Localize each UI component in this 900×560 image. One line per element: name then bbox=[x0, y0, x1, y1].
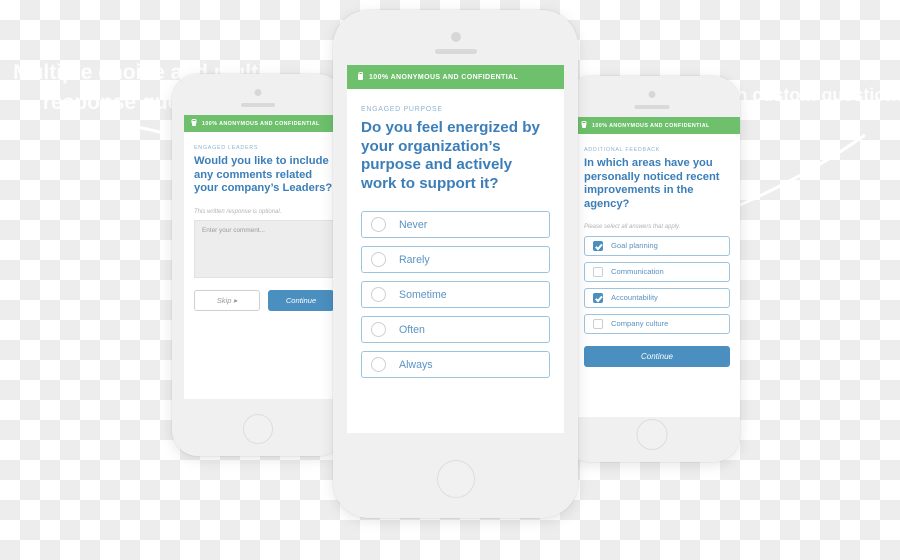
radio-empty-icon[interactable] bbox=[371, 357, 386, 373]
lock-icon bbox=[582, 123, 586, 128]
radio-empty-icon[interactable] bbox=[371, 252, 386, 268]
radio-option-list: Never Rarely Sometime Often Always bbox=[361, 211, 550, 379]
continue-button-left[interactable]: Continue bbox=[268, 289, 334, 311]
privacy-banner-center: 100% ANONYMOUS AND CONFIDENTIAL bbox=[347, 65, 564, 89]
checkbox-option[interactable]: Communication bbox=[584, 261, 730, 282]
continue-button-right[interactable]: Continue bbox=[584, 345, 730, 367]
checkbox-checked-icon[interactable] bbox=[593, 292, 603, 303]
radio-option[interactable]: Sometime bbox=[361, 281, 550, 309]
speaker-grille bbox=[634, 105, 670, 109]
privacy-banner-right: 100% ANONYMOUS AND CONFIDENTIAL bbox=[574, 117, 740, 134]
home-button[interactable] bbox=[436, 460, 475, 498]
privacy-banner-label: 100% ANONYMOUS AND CONFIDENTIAL bbox=[202, 120, 320, 127]
checkbox-option[interactable]: Company culture bbox=[584, 313, 730, 334]
speaker-grille bbox=[241, 103, 275, 107]
category-label-right: ADDITIONAL FEEDBACK bbox=[584, 147, 661, 153]
checkbox-option-label: Goal planning bbox=[611, 241, 658, 251]
screen-left: 100% ANONYMOUS AND CONFIDENTIAL ENGAGED … bbox=[184, 115, 344, 399]
phone-left: 100% ANONYMOUS AND CONFIDENTIAL ENGAGED … bbox=[172, 74, 344, 456]
phone-center: 100% ANONYMOUS AND CONFIDENTIAL ENGAGED … bbox=[333, 10, 578, 518]
radio-option[interactable]: Rarely bbox=[361, 246, 550, 274]
camera-icon bbox=[450, 32, 461, 42]
phone-right: 100% ANONYMOUS AND CONFIDENTIAL ADDITION… bbox=[564, 76, 740, 462]
question-note-left: This written response is optional. bbox=[194, 208, 282, 215]
privacy-banner-label: 100% ANONYMOUS AND CONFIDENTIAL bbox=[369, 73, 519, 81]
radio-empty-icon[interactable] bbox=[371, 217, 386, 233]
question-note-right: Please select all answers that apply. bbox=[584, 223, 681, 230]
lock-icon bbox=[192, 121, 196, 126]
radio-empty-icon[interactable] bbox=[371, 287, 386, 303]
checkbox-empty-icon[interactable] bbox=[593, 318, 603, 329]
radio-option-label: Sometime bbox=[399, 288, 447, 301]
skip-button[interactable]: Skip ▸ bbox=[194, 289, 261, 311]
camera-icon bbox=[254, 89, 262, 96]
speaker-grille bbox=[434, 49, 477, 54]
screen-right: 100% ANONYMOUS AND CONFIDENTIAL ADDITION… bbox=[574, 117, 740, 417]
radio-option[interactable]: Always bbox=[361, 351, 550, 379]
checkbox-option-label: Company culture bbox=[611, 319, 669, 329]
checkbox-option-label: Accountability bbox=[611, 293, 658, 303]
screenshot-canvas: Multiple choice and multi-response quest… bbox=[0, 0, 900, 560]
screen-center: 100% ANONYMOUS AND CONFIDENTIAL ENGAGED … bbox=[347, 65, 564, 433]
checkbox-option[interactable]: Accountability bbox=[584, 287, 730, 308]
question-title-center: Do you feel energized by your organizati… bbox=[361, 119, 540, 192]
checkbox-empty-icon[interactable] bbox=[593, 266, 603, 277]
category-label-left: ENGAGED LEADERS bbox=[194, 145, 259, 151]
radio-option-label: Often bbox=[399, 323, 425, 336]
checkbox-checked-icon[interactable] bbox=[593, 240, 603, 251]
home-button[interactable] bbox=[636, 419, 668, 450]
question-title-left: Would you like to include any comments r… bbox=[194, 155, 333, 195]
radio-option[interactable]: Never bbox=[361, 211, 550, 239]
checkbox-option[interactable]: Goal planning bbox=[584, 235, 730, 256]
radio-option[interactable]: Often bbox=[361, 316, 550, 344]
radio-option-label: Rarely bbox=[399, 253, 430, 266]
camera-icon bbox=[648, 91, 656, 98]
comment-input[interactable]: Enter your comment... bbox=[194, 219, 334, 278]
privacy-banner-label: 100% ANONYMOUS AND CONFIDENTIAL bbox=[592, 122, 710, 129]
lock-icon bbox=[358, 74, 363, 80]
button-row-left: Skip ▸ Continue bbox=[194, 289, 334, 311]
radio-option-label: Always bbox=[399, 358, 433, 371]
home-button[interactable] bbox=[243, 414, 273, 444]
checkbox-option-label: Communication bbox=[611, 267, 664, 277]
radio-empty-icon[interactable] bbox=[371, 322, 386, 338]
privacy-banner-left: 100% ANONYMOUS AND CONFIDENTIAL bbox=[184, 115, 344, 132]
category-label-center: ENGAGED PURPOSE bbox=[361, 106, 443, 113]
radio-option-label: Never bbox=[399, 218, 428, 231]
question-title-right: In which areas have you personally notic… bbox=[584, 157, 720, 210]
